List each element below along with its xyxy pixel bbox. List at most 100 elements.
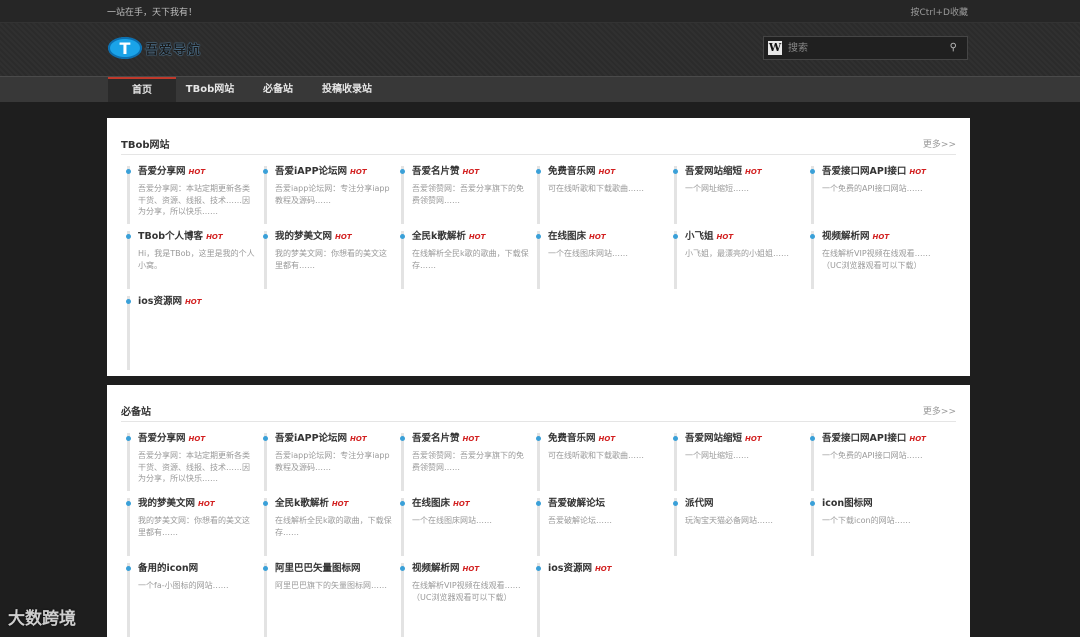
- site-card[interactable]: 吾爱网站缩短 HOT 一个网址缩短……: [673, 166, 802, 224]
- nav-item-essentials[interactable]: 必备站: [248, 77, 308, 102]
- site-card[interactable]: 派代网 玩淘宝天猫必备网站……: [673, 498, 802, 556]
- site-card[interactable]: 备用的icon网 一个fa-小图标的网站……: [126, 563, 255, 637]
- site-card-desc: 一个免费的API接口网站……: [822, 451, 923, 460]
- hot-badge: HOT: [745, 435, 762, 443]
- site-card-title: 吾爱分享网: [138, 166, 186, 177]
- top-bar: 一站在手，天下我有！ 按Ctrl+D收藏: [0, 0, 1080, 23]
- nav-item-home[interactable]: 首页: [108, 77, 176, 102]
- site-card[interactable]: 阿里巴巴矢量图标网 阿里巴巴旗下的矢量图标网……: [263, 563, 392, 637]
- site-card-title: 视频解析网: [822, 231, 870, 242]
- site-card-name[interactable]: 吾爱分享网 HOT: [138, 433, 255, 445]
- site-card-name[interactable]: 免费音乐网 HOT: [548, 166, 665, 178]
- bullet-dot-icon: [536, 234, 541, 239]
- site-card-desc: 在线解析全民k歌的歌曲，下载保存……: [412, 249, 529, 270]
- site-card-desc: 在线解析VIP视频在线观看……（UC浏览器观看可以下载）: [822, 249, 931, 270]
- site-card[interactable]: 在线图床 HOT 一个在线图床网站……: [536, 231, 665, 289]
- site-card-name[interactable]: 视频解析网 HOT: [412, 563, 529, 575]
- site-card-name[interactable]: 吾爱名片赞 HOT: [412, 433, 529, 445]
- site-card-name[interactable]: 在线图床 HOT: [548, 231, 665, 243]
- site-card[interactable]: 吾爱分享网 HOT 吾爱分享网：本站定期更新各类干货、资源、线报、技术……因为分享，…: [126, 166, 255, 224]
- site-card-name[interactable]: 阿里巴巴矢量图标网: [275, 563, 392, 575]
- bullet-dot-icon: [400, 566, 405, 571]
- site-card[interactable]: 吾爱接口网API接口 HOT 一个免费的API接口网站……: [810, 433, 939, 491]
- hot-badge: HOT: [909, 168, 926, 176]
- site-card[interactable]: 我的梦美文网 HOT 我的梦美文网：你想看的美文这里都有……: [126, 498, 255, 556]
- section-tbob: TBob网站 更多>> 吾爱分享网 HOT 吾爱分享网：本站定期更新各类干货、资源、…: [107, 118, 970, 376]
- site-card-name[interactable]: 全民k歌解析 HOT: [412, 231, 529, 243]
- site-card[interactable]: 免费音乐网 HOT 可在线听歌和下载歌曲……: [536, 166, 665, 224]
- more-link[interactable]: 更多>>: [923, 404, 956, 417]
- site-card-name[interactable]: 吾爱分享网 HOT: [138, 166, 255, 178]
- hot-badge: HOT: [184, 298, 202, 306]
- site-card[interactable]: 我的梦美文网 HOT 我的梦美文网：你想看的美文这里都有……: [263, 231, 392, 289]
- bookmark-hint-link[interactable]: 按Ctrl+D收藏: [911, 5, 969, 18]
- site-card[interactable]: 吾爱iAPP论坛网 HOT 吾爱iapp论坛网：专注分享iapp教程及源码……: [263, 166, 392, 224]
- site-card-name[interactable]: TBob个人博客 HOT: [138, 231, 255, 243]
- site-card-name[interactable]: 吾爱破解论坛: [548, 498, 665, 510]
- hot-badge: HOT: [872, 233, 890, 241]
- site-card-title: 小飞姐: [685, 231, 714, 242]
- site-card[interactable]: 吾爱网站缩短 HOT 一个网址缩短……: [673, 433, 802, 491]
- nav-item-tbob[interactable]: TBob网站: [178, 77, 242, 102]
- bullet-dot-icon: [263, 501, 268, 506]
- hot-badge: HOT: [331, 500, 349, 508]
- site-card-desc: Hi，我是TBob，这里是我的个人小窝。: [138, 249, 255, 270]
- search-input[interactable]: [788, 40, 938, 56]
- site-card-desc: 吾爱iapp论坛网：专注分享iapp教程及源码……: [275, 451, 390, 472]
- bullet-dot-icon: [263, 169, 268, 174]
- site-card[interactable]: 吾爱接口网API接口 HOT 一个免费的API接口网站……: [810, 166, 939, 224]
- site-card-name[interactable]: 备用的icon网: [138, 563, 255, 575]
- more-link[interactable]: 更多>>: [923, 137, 956, 150]
- site-card-name[interactable]: 视频解析网 HOT: [822, 231, 939, 243]
- site-card[interactable]: 全民k歌解析 HOT 在线解析全民k歌的歌曲，下载保存……: [400, 231, 529, 289]
- site-card-name[interactable]: 吾爱iAPP论坛网 HOT: [275, 166, 392, 178]
- site-card[interactable]: 视频解析网 HOT 在线解析VIP视频在线观看……（UC浏览器观看可以下载）: [400, 563, 529, 637]
- site-card[interactable]: 免费音乐网 HOT 可在线听歌和下载歌曲……: [536, 433, 665, 491]
- site-card-title: ios资源网: [548, 563, 592, 574]
- site-card-title: 全民k歌解析: [275, 498, 329, 509]
- site-card-name[interactable]: ios资源网 HOT: [138, 296, 255, 308]
- bullet-dot-icon: [810, 169, 815, 174]
- hot-badge: HOT: [350, 168, 367, 176]
- site-card-name[interactable]: 吾爱iAPP论坛网 HOT: [275, 433, 392, 445]
- site-card[interactable]: 小飞姐 HOT 小飞姐，最漂亮的小姐姐……: [673, 231, 802, 289]
- site-card[interactable]: 吾爱破解论坛 吾爱破解论坛……: [536, 498, 665, 556]
- site-card-desc: 我的梦美文网：你想看的美文这里都有……: [275, 249, 387, 270]
- site-card[interactable]: ios资源网 HOT: [126, 296, 255, 370]
- site-card-name[interactable]: 全民k歌解析 HOT: [275, 498, 392, 510]
- site-card-title: 备用的icon网: [138, 563, 199, 574]
- site-card-name[interactable]: 吾爱网站缩短 HOT: [685, 166, 802, 178]
- site-card-name[interactable]: 吾爱名片赞 HOT: [412, 166, 529, 178]
- site-card[interactable]: 吾爱iAPP论坛网 HOT 吾爱iapp论坛网：专注分享iapp教程及源码……: [263, 433, 392, 491]
- site-card-name[interactable]: 派代网: [685, 498, 802, 510]
- nav-item-submit[interactable]: 投稿收录站: [312, 77, 382, 102]
- site-card-name[interactable]: ios资源网 HOT: [548, 563, 665, 575]
- site-card[interactable]: 吾爱分享网 HOT 吾爱分享网：本站定期更新各类干货、资源、线报、技术……因为分享，…: [126, 433, 255, 491]
- site-card-name[interactable]: 免费音乐网 HOT: [548, 433, 665, 445]
- site-card[interactable]: 视频解析网 HOT 在线解析VIP视频在线观看……（UC浏览器观看可以下载）: [810, 231, 939, 289]
- site-card-name[interactable]: 吾爱接口网API接口 HOT: [822, 433, 939, 445]
- site-card[interactable]: 吾爱名片赞 HOT 吾爱领赞网：吾爱分享旗下的免费领赞网……: [400, 166, 529, 224]
- site-card[interactable]: TBob个人博客 HOT Hi，我是TBob，这里是我的个人小窝。: [126, 231, 255, 289]
- site-card-name[interactable]: 我的梦美文网 HOT: [138, 498, 255, 510]
- site-card[interactable]: icon图标网 一个下载icon的网站……: [810, 498, 939, 556]
- site-card-name[interactable]: 吾爱网站缩短 HOT: [685, 433, 802, 445]
- hot-badge: HOT: [350, 435, 367, 443]
- bullet-dot-icon: [126, 436, 131, 441]
- site-card-name[interactable]: icon图标网: [822, 498, 939, 510]
- site-logo[interactable]: T 吾爱导航: [108, 37, 201, 59]
- site-card[interactable]: 全民k歌解析 HOT 在线解析全民k歌的歌曲，下载保存……: [263, 498, 392, 556]
- site-card-name[interactable]: 小飞姐 HOT: [685, 231, 802, 243]
- w-logo-icon: W: [768, 41, 782, 55]
- site-card-name[interactable]: 吾爱接口网API接口 HOT: [822, 166, 939, 178]
- site-card-desc: 在线解析VIP视频在线观看……（UC浏览器观看可以下载）: [412, 581, 521, 602]
- site-card-desc: 阿里巴巴旗下的矢量图标网……: [275, 581, 387, 590]
- bullet-dot-icon: [126, 501, 131, 506]
- bullet-dot-icon: [810, 436, 815, 441]
- site-card[interactable]: 在线图床 HOT 一个在线图床网站……: [400, 498, 529, 556]
- search-icon[interactable]: ⚲: [950, 42, 957, 53]
- site-card[interactable]: 吾爱名片赞 HOT 吾爱领赞网：吾爱分享旗下的免费领赞网……: [400, 433, 529, 491]
- site-card-name[interactable]: 我的梦美文网 HOT: [275, 231, 392, 243]
- site-card[interactable]: ios资源网 HOT: [536, 563, 665, 637]
- site-card-name[interactable]: 在线图床 HOT: [412, 498, 529, 510]
